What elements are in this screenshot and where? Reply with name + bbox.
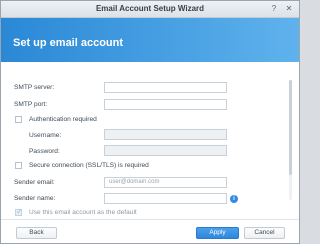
wizard-header: Set up email account <box>1 18 299 62</box>
info-icon[interactable]: i <box>230 195 238 203</box>
sender-email-label: Sender email: <box>14 179 55 186</box>
use-default-label: Use this email account as the default <box>29 209 137 216</box>
smtp-port-input[interactable] <box>104 99 227 110</box>
apply-button[interactable]: Apply <box>196 227 239 239</box>
title-bar: Email Account Setup Wizard ? ✕ <box>1 1 299 18</box>
help-icon[interactable]: ? <box>270 5 278 13</box>
auth-required-label: Authentication required <box>29 116 97 123</box>
smtp-port-label: SMTP port: <box>14 101 48 108</box>
wizard-window: Email Account Setup Wizard ? ✕ Set up em… <box>0 0 300 244</box>
page-title: Set up email account <box>13 37 124 49</box>
auth-required-checkbox[interactable] <box>15 116 22 123</box>
back-button[interactable]: Back <box>16 227 57 239</box>
wizard-footer: Back Apply Cancel <box>1 219 299 243</box>
secure-connection-label: Secure connection (SSL/TLS) is required <box>29 162 149 169</box>
use-default-checkbox[interactable] <box>15 207 23 216</box>
password-label: Password: <box>29 148 60 155</box>
sender-name-input[interactable] <box>104 193 227 204</box>
form-area: SMTP server: SMTP port: Authentication r… <box>1 62 299 219</box>
window-title: Email Account Setup Wizard <box>95 4 205 13</box>
username-input[interactable] <box>104 129 227 140</box>
cancel-button[interactable]: Cancel <box>244 227 285 239</box>
secure-connection-checkbox[interactable] <box>15 162 22 169</box>
password-input[interactable] <box>104 145 227 156</box>
close-icon[interactable]: ✕ <box>285 5 293 13</box>
sender-name-label: Sender name: <box>14 195 56 202</box>
scrollbar-thumb[interactable] <box>289 80 292 175</box>
vertical-scrollbar[interactable] <box>289 80 292 200</box>
smtp-server-input[interactable] <box>104 82 227 93</box>
username-label: Username: <box>29 132 62 139</box>
sender-email-input[interactable]: user@domain.com <box>104 177 227 188</box>
smtp-server-label: SMTP server: <box>14 84 55 91</box>
